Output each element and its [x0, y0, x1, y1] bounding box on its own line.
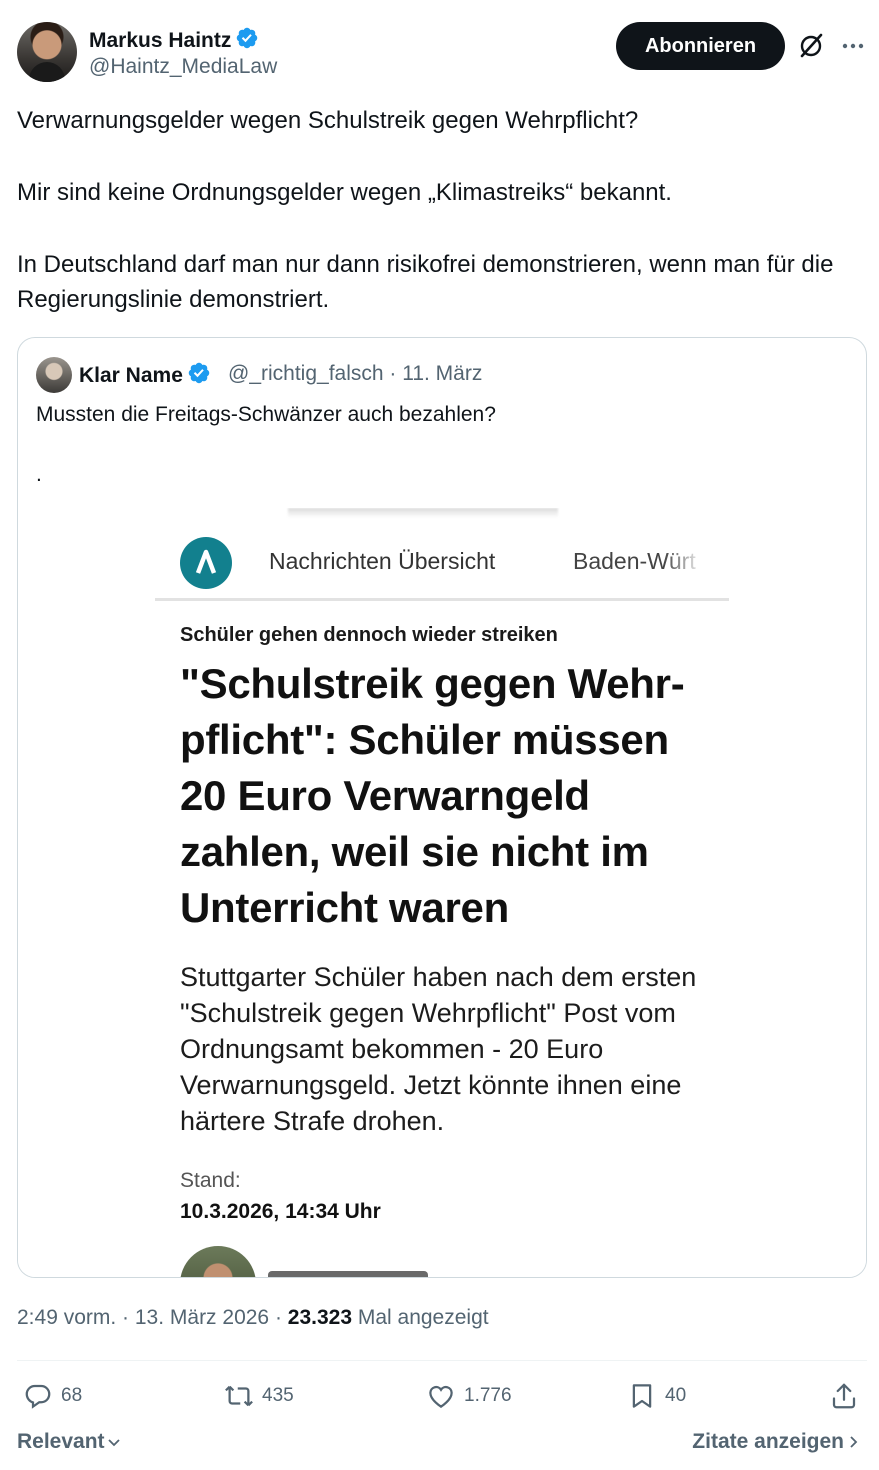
article-stand-date: 10.3.2026, 14:34 Uhr — [180, 1200, 381, 1223]
reply-sort-label: Relevant — [17, 1430, 105, 1453]
view-quotes-label: Zitate anzeigen — [692, 1430, 844, 1453]
article-stand-label: Stand: — [180, 1169, 241, 1192]
view-count: 23.323 — [287, 1306, 353, 1329]
quoted-text-dot: . — [36, 463, 42, 486]
quoted-image[interactable]: Nachrichten Übersicht Baden-Würt Schüler… — [18, 508, 866, 1277]
post-paragraph: Mir sind keine Ordnungsgelder wegen „Kli… — [17, 179, 672, 206]
article-teaser: Stuttgarter Schüler haben nach dem erste… — [180, 962, 697, 1136]
heart-icon — [429, 1385, 453, 1408]
quoted-author-avatar — [36, 357, 72, 393]
repost-button[interactable]: 435 — [224, 1379, 294, 1413]
article-headline: "Schulstreik gegen Wehr­pflicht": Schüle… — [180, 660, 685, 931]
grok-icon[interactable] — [797, 32, 825, 60]
author-avatar[interactable] — [17, 22, 77, 82]
author-name[interactable]: Markus Haintz — [89, 29, 231, 52]
screenshot-nav-item: Baden-Würt — [573, 548, 696, 574]
reply-sort-dropdown[interactable]: Relevant — [17, 1430, 123, 1454]
post-paragraph: In Deutschland darf man nur dann risikof… — [17, 251, 834, 313]
bookmark-icon — [632, 1384, 652, 1408]
author-handle[interactable]: @Haintz_MediaLaw — [89, 55, 277, 79]
article-kicker: Schüler gehen dennoch wieder streiken — [180, 624, 558, 646]
chevron-down-icon — [107, 1439, 120, 1447]
verified-badge-icon — [237, 27, 258, 49]
quoted-post[interactable]: Klar Name @_richtig_falsch · 11. März Mu… — [17, 337, 867, 1278]
screenshot-nav-bar: Nachrichten Übersicht Baden-Würt — [155, 526, 729, 601]
reply-count: 68 — [61, 1385, 83, 1406]
news-logo-icon — [180, 537, 232, 589]
screenshot-nav-item: Nachrichten Übersicht — [269, 548, 496, 574]
post-header: Markus Haintz @Haintz_MediaLaw Abonniere… — [17, 18, 867, 84]
cropped-text-fragment — [288, 508, 558, 518]
more-icon[interactable] — [839, 32, 867, 60]
quoted-author-handle-date: @_richtig_falsch · 11. März — [228, 362, 483, 385]
post-paragraph: Verwarnungsgelder wegen Schulstreik gege… — [17, 107, 639, 134]
divider — [17, 1360, 867, 1361]
follow-button[interactable]: Abonnieren — [616, 22, 785, 70]
reply-icon — [25, 1384, 51, 1409]
share-icon — [832, 1383, 856, 1409]
like-button[interactable]: 1.776 — [426, 1379, 512, 1413]
post-timestamp[interactable]: 2:49 vorm. · 13. März 2026 · — [17, 1306, 288, 1329]
view-count-label: Mal angezeigt — [352, 1306, 489, 1329]
bookmark-button[interactable]: 40 — [627, 1379, 686, 1413]
quoted-author-name: Klar Name — [79, 364, 183, 387]
share-button[interactable] — [829, 1379, 867, 1413]
quoted-author-name-row: Klar Name — [79, 361, 211, 389]
chevron-right-icon — [850, 1436, 858, 1448]
repost-count: 435 — [262, 1385, 294, 1406]
reply-button[interactable]: 68 — [23, 1379, 82, 1413]
post-meta: 2:49 vorm. · 13. März 2026 · 23.323 Mal … — [17, 1304, 489, 1332]
author-name-row[interactable]: Markus Haintz — [89, 26, 259, 53]
bookmark-count: 40 — [665, 1385, 687, 1406]
article-author-avatar — [180, 1246, 256, 1277]
cropped-author-name — [268, 1271, 428, 1277]
quoted-text: Mussten die Freitags-Schwänzer auch beza… — [36, 403, 496, 426]
verified-badge-icon — [188, 362, 210, 384]
like-count: 1.776 — [464, 1385, 512, 1406]
repost-icon — [225, 1385, 253, 1407]
view-quotes-link[interactable]: Zitate anzeigen — [692, 1430, 862, 1454]
post-text: Verwarnungsgelder wegen Schulstreik gege… — [17, 103, 867, 317]
